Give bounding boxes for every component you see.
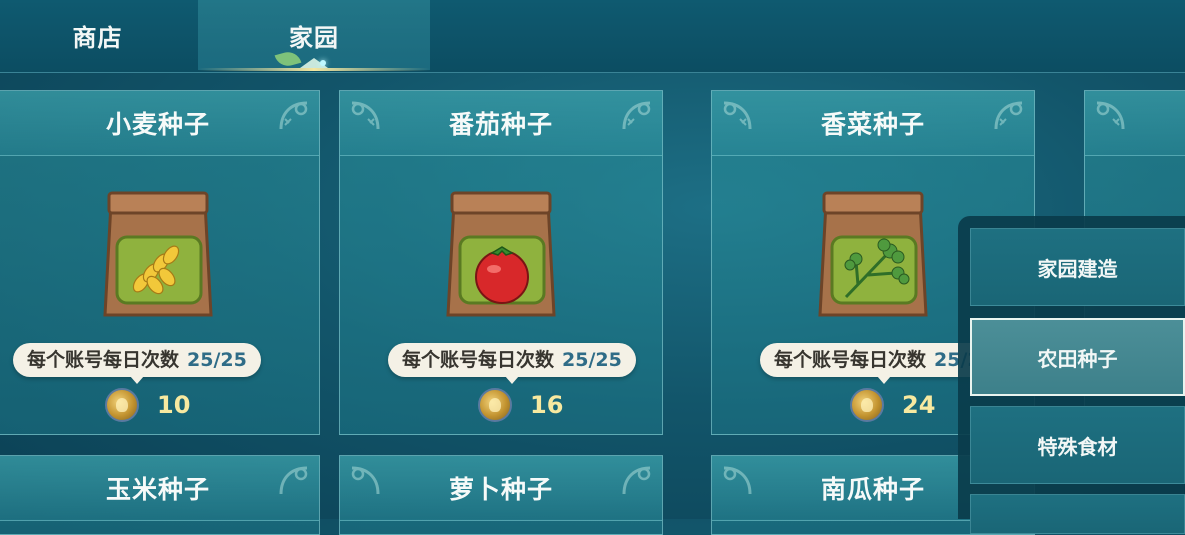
limit-count: 25/25 (187, 349, 247, 371)
limit-label: 每个账号每日次数 (774, 349, 927, 371)
daily-limit-bubble: 每个账号每日次数 25/25 (13, 343, 261, 384)
card-title: 萝卜种子 (448, 475, 553, 504)
price-value: 24 (902, 391, 936, 419)
coin-icon (850, 388, 884, 422)
coin-icon (105, 388, 139, 422)
bubble-arrow (504, 376, 519, 384)
menu-item-label: 家园建造 (1037, 256, 1118, 281)
wheat-seed-bag-icon (103, 191, 213, 317)
menu-item-more[interactable] (970, 494, 1185, 534)
cilantro-seed-bag-icon (818, 191, 928, 317)
menu-item-label: 农田种子 (1037, 346, 1118, 371)
tab-home-label: 家园 (289, 23, 339, 52)
product-card-wheat-seed[interactable]: 小麦种子 每个账号每日次数 25/25 10 (0, 90, 320, 435)
card-title: 小麦种子 (105, 110, 210, 139)
limit-count: 25/25 (562, 349, 622, 371)
price-row: 10 (105, 387, 190, 423)
menu-item-home-building[interactable]: 家园建造 (970, 228, 1185, 306)
tomato-seed-bag-icon (446, 191, 556, 317)
menu-item-farm-seeds[interactable]: 农田种子 (970, 318, 1185, 396)
sparkle-icon (320, 60, 326, 66)
price-row: 16 (478, 387, 563, 423)
category-side-menu: 家园建造 农田种子 特殊食材 (958, 216, 1185, 534)
product-card-corn-seed[interactable]: 玉米种子 (0, 455, 320, 535)
limit-label: 每个账号每日次数 (27, 349, 180, 371)
card-title: 番茄种子 (448, 110, 553, 139)
tab-shop[interactable]: 商店 (0, 0, 195, 70)
card-title: 香菜种子 (820, 110, 925, 139)
price-row: 24 (850, 387, 935, 423)
corner-ornament-icon (1096, 101, 1125, 130)
bubble-arrow (876, 376, 891, 384)
product-card-radish-seed[interactable]: 萝卜种子 (339, 455, 663, 535)
limit-label: 每个账号每日次数 (402, 349, 555, 371)
daily-limit-bubble: 每个账号每日次数 25/25 (388, 343, 636, 384)
menu-item-label: 特殊食材 (1037, 434, 1118, 459)
bubble-arrow (129, 376, 144, 384)
top-tab-bar: 商店 家园 (0, 0, 1185, 73)
active-tab-underline (198, 68, 430, 71)
coin-icon (478, 388, 512, 422)
price-value: 16 (530, 391, 564, 419)
price-value: 10 (157, 391, 191, 419)
card-title: 玉米种子 (105, 475, 210, 504)
menu-item-special-ingredients[interactable]: 特殊食材 (970, 406, 1185, 484)
product-card-tomato-seed[interactable]: 番茄种子 每个账号每日次数 25/25 16 (339, 90, 663, 435)
